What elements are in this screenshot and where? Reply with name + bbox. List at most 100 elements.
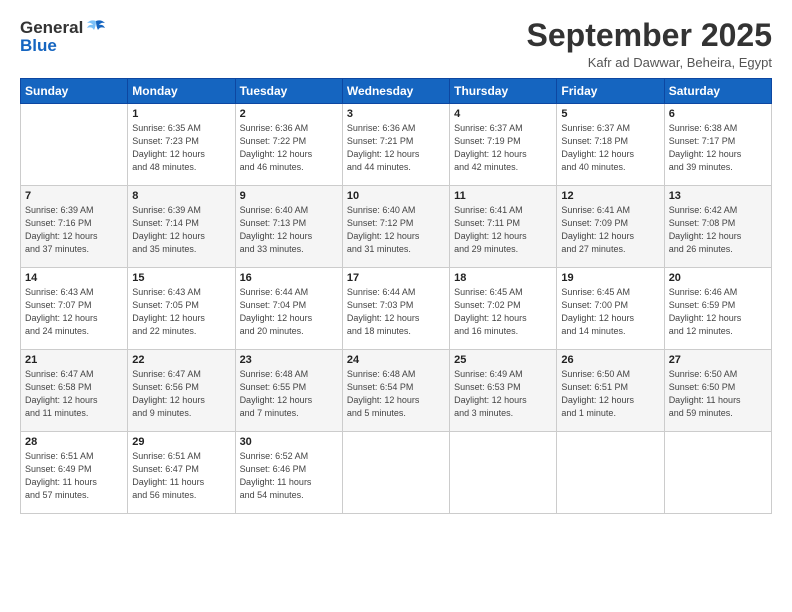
table-row: 6 Sunrise: 6:38 AMSunset: 7:17 PMDaylight… (664, 104, 771, 186)
page: General Blue September 2025 Kafr ad Daww… (0, 0, 792, 612)
day-info: Sunrise: 6:35 AMSunset: 7:23 PMDaylight:… (132, 123, 205, 172)
table-row: 9 Sunrise: 6:40 AMSunset: 7:13 PMDaylight… (235, 186, 342, 268)
table-row: 21 Sunrise: 6:47 AMSunset: 6:58 PMDayligh… (21, 350, 128, 432)
table-row: 29Sunrise: 6:51 AMSunset: 6:47 PMDayligh… (128, 432, 235, 514)
table-row: 10 Sunrise: 6:40 AMSunset: 7:12 PMDayligh… (342, 186, 449, 268)
col-saturday: Saturday (664, 79, 771, 104)
day-number: 18 (454, 272, 552, 284)
day-number: 5 (561, 108, 659, 120)
day-info: Sunrise: 6:46 AMSunset: 6:59 PMDaylight:… (669, 287, 742, 336)
table-row (557, 432, 664, 514)
day-number: 22 (132, 354, 230, 366)
title-block: September 2025 Kafr ad Dawwar, Beheira, … (527, 18, 772, 70)
table-row: 22 Sunrise: 6:47 AMSunset: 6:56 PMDayligh… (128, 350, 235, 432)
day-info: Sunrise: 6:40 AMSunset: 7:13 PMDaylight:… (240, 205, 313, 254)
day-info: Sunrise: 6:49 AMSunset: 6:53 PMDaylight:… (454, 369, 527, 418)
day-number: 27 (669, 354, 767, 366)
col-sunday: Sunday (21, 79, 128, 104)
day-number: 1 (132, 108, 230, 120)
table-row: 4 Sunrise: 6:37 AMSunset: 7:19 PMDaylight… (450, 104, 557, 186)
table-row (664, 432, 771, 514)
table-row: 27Sunrise: 6:50 AMSunset: 6:50 PMDayligh… (664, 350, 771, 432)
table-row: 7 Sunrise: 6:39 AMSunset: 7:16 PMDaylight… (21, 186, 128, 268)
day-number: 11 (454, 190, 552, 202)
day-number: 23 (240, 354, 338, 366)
calendar-week-row: 14 Sunrise: 6:43 AMSunset: 7:07 PMDayligh… (21, 268, 772, 350)
day-info: Sunrise: 6:38 AMSunset: 7:17 PMDaylight:… (669, 123, 742, 172)
table-row: 18 Sunrise: 6:45 AMSunset: 7:02 PMDayligh… (450, 268, 557, 350)
day-info: Sunrise: 6:36 AMSunset: 7:22 PMDaylight:… (240, 123, 313, 172)
col-tuesday: Tuesday (235, 79, 342, 104)
day-info: Sunrise: 6:43 AMSunset: 7:07 PMDaylight:… (25, 287, 98, 336)
header: General Blue September 2025 Kafr ad Daww… (20, 18, 772, 70)
table-row: 30 Sunrise: 6:52 AMSunset: 6:46 PMDayligh… (235, 432, 342, 514)
table-row: 13Sunrise: 6:42 AMSunset: 7:08 PMDayligh… (664, 186, 771, 268)
table-row (342, 432, 449, 514)
calendar-week-row: 28 Sunrise: 6:51 AMSunset: 6:49 PMDayligh… (21, 432, 772, 514)
day-number: 10 (347, 190, 445, 202)
table-row: 5Sunrise: 6:37 AMSunset: 7:18 PMDaylight… (557, 104, 664, 186)
table-row: 17Sunrise: 6:44 AMSunset: 7:03 PMDayligh… (342, 268, 449, 350)
day-info: Sunrise: 6:44 AMSunset: 7:03 PMDaylight:… (347, 287, 420, 336)
day-info: Sunrise: 6:40 AMSunset: 7:12 PMDaylight:… (347, 205, 420, 254)
day-info: Sunrise: 6:48 AMSunset: 6:55 PMDaylight:… (240, 369, 313, 418)
table-row: 25 Sunrise: 6:49 AMSunset: 6:53 PMDayligh… (450, 350, 557, 432)
logo-blue-text: Blue (20, 36, 57, 56)
table-row: 2Sunrise: 6:36 AMSunset: 7:22 PMDaylight… (235, 104, 342, 186)
day-number: 7 (25, 190, 123, 202)
table-row: 19 Sunrise: 6:45 AMSunset: 7:00 PMDayligh… (557, 268, 664, 350)
logo: General Blue (20, 18, 107, 56)
location: Kafr ad Dawwar, Beheira, Egypt (527, 55, 772, 70)
day-number: 25 (454, 354, 552, 366)
day-info: Sunrise: 6:47 AMSunset: 6:56 PMDaylight:… (132, 369, 205, 418)
table-row: 1 Sunrise: 6:35 AMSunset: 7:23 PMDaylight… (128, 104, 235, 186)
day-number: 24 (347, 354, 445, 366)
day-info: Sunrise: 6:45 AMSunset: 7:02 PMDaylight:… (454, 287, 527, 336)
day-number: 28 (25, 436, 123, 448)
day-number: 19 (561, 272, 659, 284)
day-number: 20 (669, 272, 767, 284)
day-info: Sunrise: 6:39 AMSunset: 7:14 PMDaylight:… (132, 205, 205, 254)
table-row: 15 Sunrise: 6:43 AMSunset: 7:05 PMDayligh… (128, 268, 235, 350)
calendar-week-row: 1 Sunrise: 6:35 AMSunset: 7:23 PMDaylight… (21, 104, 772, 186)
day-info: Sunrise: 6:51 AMSunset: 6:49 PMDaylight:… (25, 451, 97, 500)
day-number: 9 (240, 190, 338, 202)
day-number: 3 (347, 108, 445, 120)
day-number: 14 (25, 272, 123, 284)
table-row: 26 Sunrise: 6:50 AMSunset: 6:51 PMDayligh… (557, 350, 664, 432)
table-row: 14 Sunrise: 6:43 AMSunset: 7:07 PMDayligh… (21, 268, 128, 350)
day-number: 30 (240, 436, 338, 448)
day-info: Sunrise: 6:48 AMSunset: 6:54 PMDaylight:… (347, 369, 420, 418)
day-info: Sunrise: 6:43 AMSunset: 7:05 PMDaylight:… (132, 287, 205, 336)
day-number: 8 (132, 190, 230, 202)
table-row: 20 Sunrise: 6:46 AMSunset: 6:59 PMDayligh… (664, 268, 771, 350)
day-info: Sunrise: 6:41 AMSunset: 7:11 PMDaylight:… (454, 205, 527, 254)
day-info: Sunrise: 6:37 AMSunset: 7:19 PMDaylight:… (454, 123, 527, 172)
table-row: 24 Sunrise: 6:48 AMSunset: 6:54 PMDayligh… (342, 350, 449, 432)
col-friday: Friday (557, 79, 664, 104)
table-row: 28 Sunrise: 6:51 AMSunset: 6:49 PMDayligh… (21, 432, 128, 514)
day-number: 4 (454, 108, 552, 120)
month-title: September 2025 (527, 18, 772, 53)
day-info: Sunrise: 6:50 AMSunset: 6:51 PMDaylight:… (561, 369, 634, 418)
day-info: Sunrise: 6:39 AMSunset: 7:16 PMDaylight:… (25, 205, 98, 254)
day-info: Sunrise: 6:47 AMSunset: 6:58 PMDaylight:… (25, 369, 98, 418)
table-row: 23 Sunrise: 6:48 AMSunset: 6:55 PMDayligh… (235, 350, 342, 432)
col-thursday: Thursday (450, 79, 557, 104)
col-wednesday: Wednesday (342, 79, 449, 104)
day-number: 29 (132, 436, 230, 448)
calendar-week-row: 7 Sunrise: 6:39 AMSunset: 7:16 PMDaylight… (21, 186, 772, 268)
day-number: 13 (669, 190, 767, 202)
logo-general-text: General (20, 18, 83, 38)
day-number: 15 (132, 272, 230, 284)
day-number: 26 (561, 354, 659, 366)
day-info: Sunrise: 6:44 AMSunset: 7:04 PMDaylight:… (240, 287, 313, 336)
day-info: Sunrise: 6:41 AMSunset: 7:09 PMDaylight:… (561, 205, 634, 254)
table-row: 11 Sunrise: 6:41 AMSunset: 7:11 PMDayligh… (450, 186, 557, 268)
day-number: 6 (669, 108, 767, 120)
day-info: Sunrise: 6:36 AMSunset: 7:21 PMDaylight:… (347, 123, 420, 172)
day-number: 21 (25, 354, 123, 366)
day-info: Sunrise: 6:52 AMSunset: 6:46 PMDaylight:… (240, 451, 312, 500)
col-monday: Monday (128, 79, 235, 104)
day-info: Sunrise: 6:45 AMSunset: 7:00 PMDaylight:… (561, 287, 634, 336)
